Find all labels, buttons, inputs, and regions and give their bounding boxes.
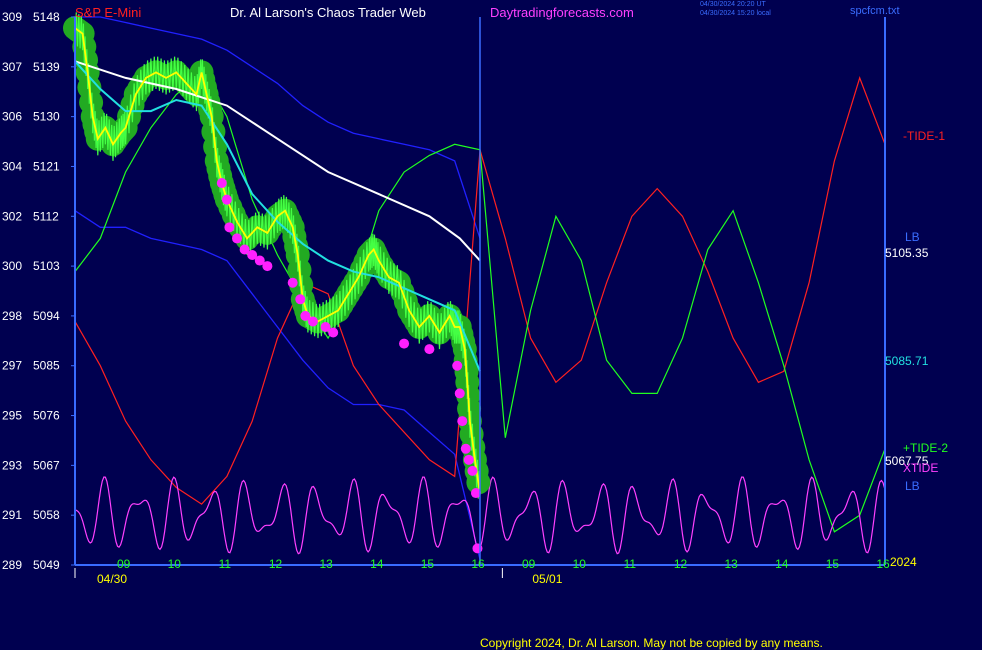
date-label: 05/01 xyxy=(532,572,562,586)
y-tick-label-price: 5130 xyxy=(33,110,60,124)
y-tick-label-price: 5103 xyxy=(33,259,60,273)
y-tick-label-left: 307 xyxy=(2,60,22,74)
x-tick-label: 10 xyxy=(573,557,587,571)
x-tick-label: 14 xyxy=(775,557,789,571)
x-tick-label: 10 xyxy=(168,557,182,571)
y-tick-label-left: 298 xyxy=(2,309,22,323)
x-tick-label: 09 xyxy=(117,557,131,571)
tide2-label: +TIDE-2 xyxy=(903,441,949,455)
site-link[interactable]: Daytradingforecasts.com xyxy=(490,6,634,19)
signal-dot xyxy=(307,316,318,327)
x-tick-label: 15 xyxy=(421,557,435,571)
y-tick-label-left: 300 xyxy=(2,259,22,273)
copyright: Copyright 2024, Dr. Al Larson. May not b… xyxy=(480,636,823,650)
y-tick-label-price: 5076 xyxy=(33,409,60,423)
x-tick-label: 16 xyxy=(876,557,890,571)
timestamp-ut: 04/30/2024 20:20 UT xyxy=(700,1,766,8)
y-tick-label-price: 5067 xyxy=(33,458,60,472)
y-tick-label-price: 5121 xyxy=(33,159,60,173)
signal-dot xyxy=(232,233,242,244)
lb-label-upper: LB xyxy=(905,230,920,244)
x-tick-label: 14 xyxy=(370,557,384,571)
y-tick-label-left: 289 xyxy=(2,558,22,572)
timestamp-local: 04/30/2024 15:20 local xyxy=(700,10,771,17)
price-value-label: 5105.35 xyxy=(885,246,929,260)
y-tick-label-left: 295 xyxy=(2,409,22,423)
price-bands xyxy=(63,12,491,499)
page-title: Dr. Al Larson's Chaos Trader Web xyxy=(230,5,426,20)
fast-ma-value-label: 5085.71 xyxy=(885,354,929,368)
year-label: 2024 xyxy=(890,555,917,569)
signal-dot xyxy=(472,543,483,554)
y-tick-label-left: 291 xyxy=(2,508,22,522)
signal-dot xyxy=(454,388,465,399)
x-tick-label: 11 xyxy=(624,557,637,571)
signal-dot xyxy=(424,344,435,355)
date-label: 04/30 xyxy=(97,572,127,586)
signal-dot xyxy=(221,194,232,205)
signal-dot xyxy=(216,178,227,189)
y-tick-label-left: 302 xyxy=(2,209,22,223)
signal-dot xyxy=(328,327,339,338)
signal-dot xyxy=(460,443,471,454)
y-tick-label-left: 293 xyxy=(2,458,22,472)
y-tick-label-price: 5112 xyxy=(33,209,59,223)
signal-dot xyxy=(399,338,410,349)
y-tick-label-left: 297 xyxy=(2,359,22,373)
y-tick-label-left: 309 xyxy=(2,10,22,24)
signal-dot xyxy=(295,294,306,305)
y-tick-label-left: 304 xyxy=(2,159,22,173)
signal-dot xyxy=(452,360,463,371)
y-tick-label-price: 5139 xyxy=(33,60,60,74)
y-tick-label-price: 5148 xyxy=(33,10,60,24)
x-tick-label: 13 xyxy=(724,557,738,571)
signal-dot xyxy=(287,277,298,288)
signal-dot xyxy=(467,465,478,476)
x-tick-label: 16 xyxy=(471,557,485,571)
lb-label-lower: LB xyxy=(905,479,920,493)
y-tick-label-price: 5049 xyxy=(33,558,60,572)
x-tick-label: 12 xyxy=(269,557,283,571)
x-tick-label: 13 xyxy=(319,557,333,571)
x-tick-label: 09 xyxy=(522,557,536,571)
x-tick-label: 15 xyxy=(826,557,840,571)
y-tick-label-left: 306 xyxy=(2,110,22,124)
y-tick-label-price: 5085 xyxy=(33,359,60,373)
price-chart: 309 5148 307 5139 306 5130 304 5121 302 5112 300 51… xyxy=(2,10,890,586)
signal-dot xyxy=(463,454,474,465)
tide1-label: -TIDE-1 xyxy=(903,129,945,143)
x-tick-label: 12 xyxy=(674,557,688,571)
y-tick-label-price: 5058 xyxy=(33,508,60,522)
signal-dot xyxy=(262,261,273,272)
file-name: spcfcm.txt xyxy=(850,5,900,17)
symbol-label: S&P E-Mini xyxy=(75,5,142,20)
signal-dot xyxy=(457,416,468,427)
xtide-label: XTIDE xyxy=(903,461,939,475)
x-tick-label: 11 xyxy=(219,557,232,571)
signal-dot xyxy=(224,222,235,233)
y-tick-label-price: 5094 xyxy=(33,309,60,323)
